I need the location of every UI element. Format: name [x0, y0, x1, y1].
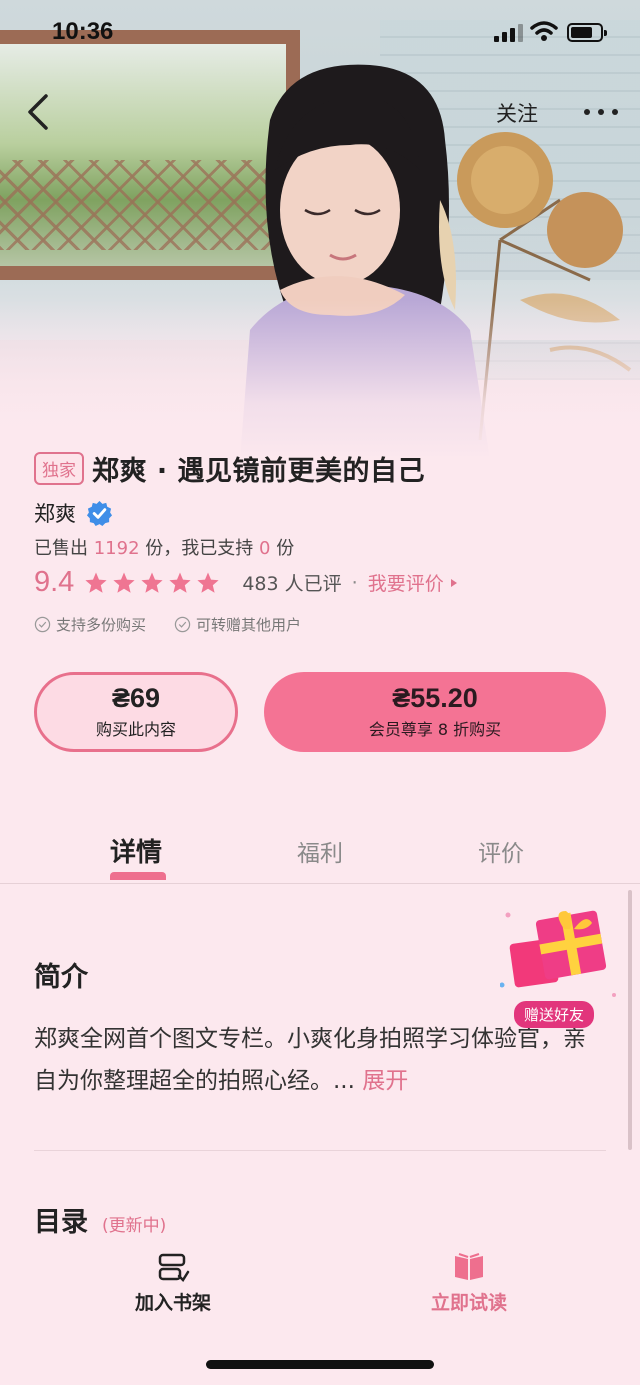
tab-bar: 详情 福利 评价: [0, 820, 640, 884]
author-row[interactable]: 郑爽: [34, 498, 113, 528]
vip-label: 会员尊享 8 折购买: [368, 719, 502, 739]
toc-status: (更新中): [102, 1216, 167, 1236]
page-title: 郑爽 · 遇见镜前更美的自己: [92, 456, 426, 487]
buy-price: ₴69: [111, 683, 161, 714]
sold-count: 1192: [93, 538, 140, 559]
vip-buy-button[interactable]: ₴55.20 会员尊享 8 折购买: [264, 672, 606, 752]
rate-link-label[interactable]: 我要评价: [368, 569, 444, 596]
gift-friend-button[interactable]: 赠送好友: [499, 905, 620, 1029]
back-button[interactable]: [22, 92, 56, 132]
sales-info: 已售出 1192 份，我已支持 0 份: [34, 534, 294, 560]
star-icon: [169, 572, 191, 593]
feature-item: 可转赠其他用户: [174, 614, 301, 635]
bookshelf-icon: [158, 1253, 190, 1282]
separator-dot: ·: [351, 571, 358, 594]
battery-icon: [567, 23, 607, 42]
review-count: 483 人已评: [242, 573, 342, 595]
supported-count: 0: [259, 538, 271, 559]
wifi-icon: [530, 21, 558, 41]
toc-title: 目录: [34, 1207, 88, 1238]
toc-header: 目录 (更新中): [34, 1200, 166, 1239]
star-icon: [197, 572, 219, 593]
author-name[interactable]: 郑爽: [34, 498, 76, 528]
verified-badge-icon: [86, 500, 113, 526]
status-bar: 10:36: [0, 0, 640, 70]
rate-link[interactable]: 我要评价: [368, 569, 458, 596]
status-time: 10:36: [52, 18, 114, 45]
star-rating: [84, 571, 220, 595]
exclusive-badge: 独家: [34, 452, 84, 485]
intro-text: 郑爽全网首个图文专栏。小爽化身拍照学习体验官，亲自为你整理超全的拍照心经。...…: [34, 1018, 594, 1102]
sold-mid: 份，我已支持: [145, 538, 254, 559]
triangle-right-icon: [450, 578, 457, 587]
rating-row: 9.4 483 人已评 · 我要评价: [34, 566, 458, 599]
buy-label: 购买此内容: [95, 719, 176, 739]
star-icon: [113, 572, 135, 593]
hero-fade: [0, 300, 640, 460]
tab-indicator: [110, 872, 166, 880]
gift-box-icon: [499, 910, 616, 997]
feature-label: 支持多份购买: [56, 616, 147, 634]
intro-body: 郑爽全网首个图文专栏。小爽化身拍照学习体验官，亲自为你整理超全的拍照心经。...: [34, 1026, 586, 1094]
home-indicator[interactable]: [206, 1360, 434, 1369]
add-to-shelf-button[interactable]: 加入书架: [128, 1250, 218, 1315]
buy-button[interactable]: ₴69 购买此内容: [34, 672, 238, 752]
divider: [34, 1150, 606, 1151]
intro-title: 简介: [34, 962, 88, 993]
shelf-label[interactable]: 加入书架: [135, 1292, 211, 1314]
sold-prefix: 已售出: [34, 538, 88, 559]
open-book-icon: [455, 1253, 483, 1280]
gift-label[interactable]: 赠送好友: [514, 1001, 595, 1028]
feature-list: 支持多份购买 可转赠其他用户: [34, 614, 301, 635]
tab-benefits[interactable]: 福利: [297, 834, 343, 868]
rating-score: 9.4: [34, 566, 75, 598]
star-icon: [85, 572, 107, 593]
more-options-icon[interactable]: [584, 100, 624, 124]
tab-details[interactable]: 详情: [110, 832, 162, 869]
sold-suffix: 份: [276, 538, 295, 559]
star-icon: [141, 572, 163, 593]
expand-link[interactable]: 展开: [362, 1068, 408, 1094]
title-row: 独家 郑爽 · 遇见镜前更美的自己: [34, 449, 425, 488]
feature-label: 可转赠其他用户: [196, 616, 302, 634]
read-label[interactable]: 立即试读: [431, 1292, 507, 1314]
try-reading-button[interactable]: 立即试读: [424, 1250, 514, 1315]
feature-item: 支持多份购买: [34, 614, 146, 635]
bottom-action-bar: 加入书架 立即试读: [0, 1240, 640, 1385]
check-circle-icon: [34, 616, 51, 633]
cellular-signal-icon: [494, 24, 523, 42]
tab-reviews[interactable]: 评价: [478, 834, 524, 868]
check-circle-icon: [174, 616, 191, 633]
vip-price: ₴55.20: [392, 683, 478, 714]
scrollbar[interactable]: [628, 890, 632, 1150]
follow-button[interactable]: 关注: [496, 98, 538, 128]
